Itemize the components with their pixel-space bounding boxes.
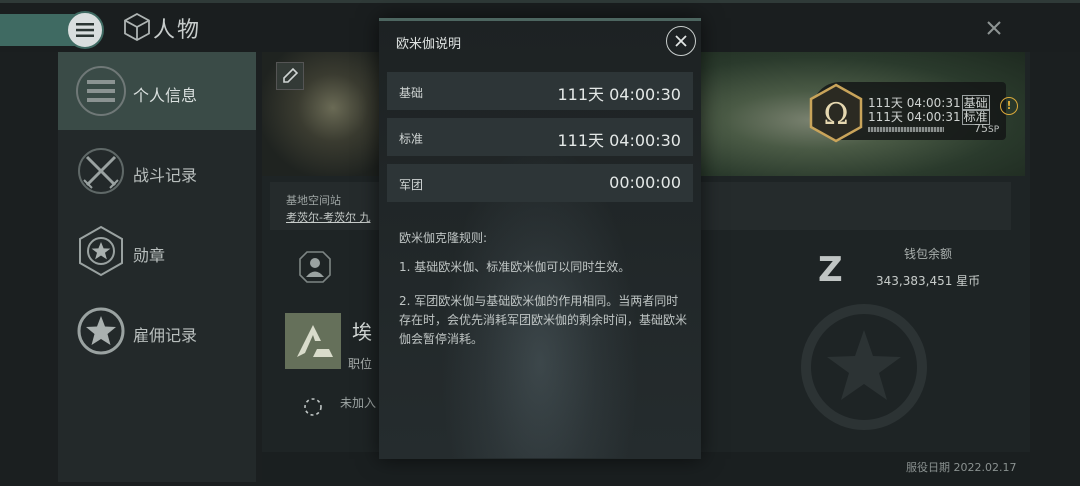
corporation-icon xyxy=(299,251,331,283)
crossed-swords-icon xyxy=(78,148,124,194)
omega-row-value: 111天 04:00:30 xyxy=(557,131,682,150)
sidebar-item-label: 雇佣记录 xyxy=(133,326,198,345)
omega-row-legion: 军团 00:00:00 xyxy=(387,164,693,202)
position-label: 职位 xyxy=(348,357,373,371)
omega-row-base: 基础 111天 04:00:30 xyxy=(387,72,693,110)
omega-icon: Ω xyxy=(809,83,863,143)
close-page-button[interactable] xyxy=(982,16,1006,40)
omega-row-value: 00:00:00 xyxy=(609,173,681,192)
omega-row-value: 111天 04:00:30 xyxy=(557,85,682,104)
omega-line-standard: 111天 04:00:31 标准 xyxy=(868,108,990,125)
omega-standard-time: 111天 04:00:31 xyxy=(868,110,961,124)
star-medal-icon xyxy=(79,225,123,277)
skill-progress-bar xyxy=(868,127,944,132)
sp-value: 75 xyxy=(974,122,988,135)
edit-icon xyxy=(283,67,299,83)
sidebar-item-label: 勋章 xyxy=(133,246,166,265)
character-icon xyxy=(124,13,150,41)
wallet-label: 钱包余额 xyxy=(904,247,953,261)
corporation-logo xyxy=(285,313,341,369)
skill-points: 75SP xyxy=(974,122,999,135)
star-emblem-icon xyxy=(801,304,927,430)
omega-row-label: 标准 xyxy=(399,132,424,146)
rule-text: 2. 军团欧米伽与基础欧米伽的作用相同。当两者同时存在时，会优先消耗军团欧米伽的… xyxy=(399,294,688,346)
alliance-label: 未加入 xyxy=(340,396,377,410)
edit-button[interactable] xyxy=(276,62,304,90)
omega-row-label: 军团 xyxy=(399,178,424,192)
sidebar-item-profile[interactable]: 个人信息 xyxy=(58,52,256,130)
star-badge-icon xyxy=(77,307,125,355)
sidebar-item-employment-record[interactable]: 雇佣记录 xyxy=(58,292,256,370)
station-label: 基地空间站 xyxy=(286,194,341,207)
rule-text: 1. 基础欧米伽、标准欧米伽可以同时生效。 xyxy=(399,260,631,274)
page-title: 人物 xyxy=(153,18,202,43)
close-icon xyxy=(675,35,687,47)
service-date: 服役日期 2022.02.17 xyxy=(906,461,1017,474)
dialog-top-accent xyxy=(379,18,701,21)
menu-icon xyxy=(76,23,94,37)
sidebar-item-battle-record[interactable]: 战斗记录 xyxy=(58,132,256,210)
warning-icon[interactable]: ! xyxy=(1000,97,1018,115)
omega-row-label: 基础 xyxy=(399,86,424,100)
wallet-icon: Z xyxy=(818,250,843,290)
dialog-title: 欧米伽说明 xyxy=(396,37,462,52)
svg-text:Ω: Ω xyxy=(824,97,849,132)
top-highlight xyxy=(0,0,1080,3)
sidebar-item-medals[interactable]: 勋章 xyxy=(58,212,256,290)
rules-title: 欧米伽克隆规则: xyxy=(399,231,488,245)
alliance-icon xyxy=(304,398,322,416)
sidebar-item-label: 战斗记录 xyxy=(133,166,198,185)
sp-unit: SP xyxy=(988,125,1000,135)
station-name-link[interactable]: 考茨尔-考茨尔 九 xyxy=(286,209,370,225)
menu-button[interactable] xyxy=(66,11,104,49)
wallet-value: 343,383,451 星币 xyxy=(876,274,981,288)
corporation-name: 埃 xyxy=(352,320,372,344)
list-icon xyxy=(76,66,126,116)
omega-row-standard: 标准 111天 04:00:30 xyxy=(387,118,693,156)
corp-logo-icon xyxy=(297,325,333,357)
dialog-close-button[interactable] xyxy=(666,26,696,56)
sidebar-item-label: 个人信息 xyxy=(133,86,198,105)
close-icon xyxy=(987,21,1001,35)
